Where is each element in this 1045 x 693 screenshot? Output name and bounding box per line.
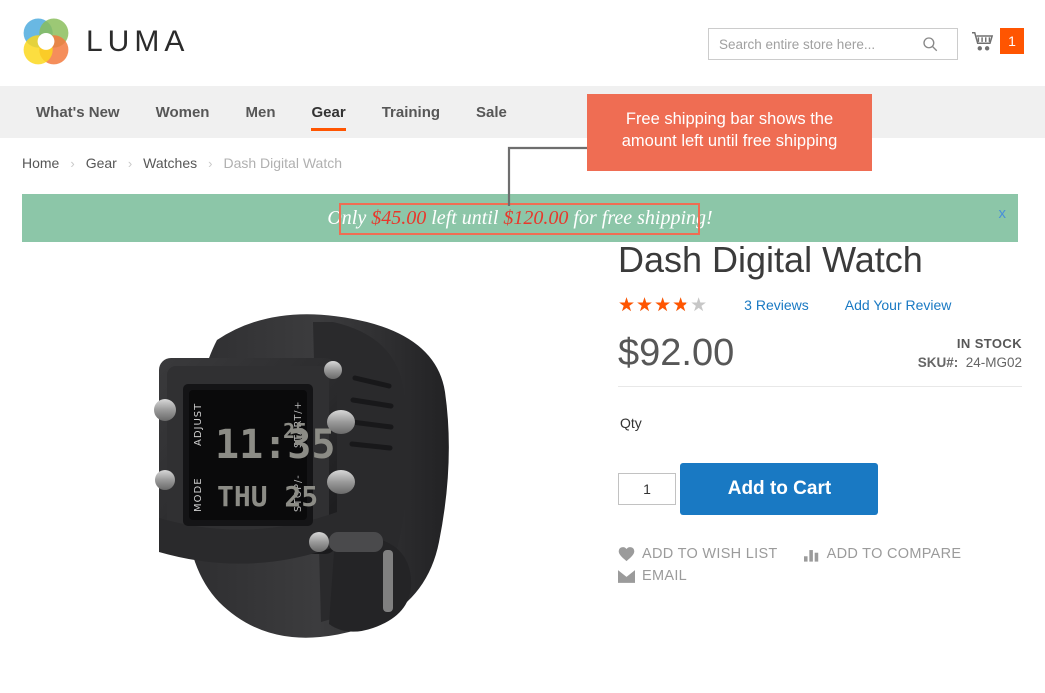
add-to-wishlist-label: ADD TO WISH LIST [642,546,778,562]
product-sku: SKU#: 24-MG02 [918,355,1022,370]
rating-stars: ★★★★★ ★★★★★ [618,295,708,315]
shipping-amount-left: $45.00 [371,206,427,229]
add-to-wishlist-link[interactable]: ADD TO WISH LIST [618,543,778,565]
annotation-callout: Free shipping bar shows the amount left … [587,94,872,171]
shipping-text-suffix: for free shipping! [568,206,713,229]
breadcrumb-item-watches[interactable]: Watches [143,155,197,171]
search-input[interactable] [709,29,921,59]
breadcrumb-separator: › [208,155,213,171]
watch-time-display: 11:35 [215,422,335,468]
nav-item-gear[interactable]: Gear [293,86,363,138]
sku-value: 24-MG02 [965,355,1022,370]
reviews-count-link[interactable]: 3 Reviews [744,297,809,313]
add-to-cart-button[interactable]: Add to Cart [680,463,879,515]
envelope-icon [618,569,635,583]
breadcrumb-separator: › [127,155,133,171]
watch-label-mode: MODE [193,477,204,512]
shipping-text-middle: left until [426,206,504,229]
stock-block: IN STOCK SKU#: 24-MG02 [918,336,1022,374]
heart-icon [618,546,635,562]
luma-circles-logo [23,18,69,65]
product-info-panel: Dash Digital Watch ★★★★★ ★★★★★ 3 Reviews… [618,238,1022,587]
product-price: $92.00 [618,332,735,374]
add-to-compare-link[interactable]: ADD TO COMPARE [803,543,962,565]
add-review-link[interactable]: Add Your Review [845,297,952,313]
nav-item-sale[interactable]: Sale [458,86,525,138]
free-shipping-bar: Only $45.00 left until $120.00 for free … [22,194,1018,242]
search-icon[interactable] [921,35,939,53]
nav-item-men[interactable]: Men [227,86,293,138]
status-badge: IN STOCK [956,336,1022,351]
email-label: EMAIL [642,568,688,584]
shipping-text-prefix: Only [327,206,372,229]
email-link[interactable]: EMAIL [618,565,687,587]
minicart-link[interactable]: 1 [970,28,1024,54]
breadcrumb: Home › Gear › Watches › Dash Digital Wat… [0,138,1045,174]
nav-item-whats-new[interactable]: What's New [18,86,138,138]
close-icon[interactable]: x [999,206,1007,221]
page-header: LUMA 1 [0,0,1045,86]
breadcrumb-item-gear[interactable]: Gear [86,155,117,171]
product-image-gallery[interactable]: ADJUST MODE START/+ STOP/- 11:35 25 THU … [22,250,592,670]
watch-label-adjust: ADJUST [193,403,204,446]
nav-item-training[interactable]: Training [364,86,458,138]
product-extra-links: ADD TO WISH LIST ADD TO COMPARE EMAIL [618,543,1018,587]
breadcrumb-item-current: Dash Digital Watch [223,155,342,171]
price-and-stock-row: $92.00 IN STOCK SKU#: 24-MG02 [618,332,1022,387]
shopping-cart-icon[interactable] [970,30,996,52]
watch-seconds-display: 25 [283,419,307,443]
qty-label: Qty [620,415,642,431]
cart-count-badge: 1 [1000,28,1024,54]
sku-label: SKU#: [917,355,959,370]
product-image-dash-digital-watch[interactable]: ADJUST MODE START/+ STOP/- 11:35 25 THU … [97,250,517,650]
shipping-threshold-amount: $120.00 [503,206,569,229]
search-box[interactable] [708,28,958,60]
brand-name: LUMA [86,25,190,58]
annotation-text: Free shipping bar shows the amount left … [621,110,838,150]
rating-stars-filled: ★★★★★ [618,295,686,315]
main-navigation: What's New Women Men Gear Training Sale [0,86,1045,138]
breadcrumb-item-home[interactable]: Home [22,155,59,171]
page-title: Dash Digital Watch [618,239,923,280]
product-rating: ★★★★★ ★★★★★ 3 Reviews Add Your Review [618,294,1022,316]
free-shipping-message: Only $45.00 left until $120.00 for free … [327,207,712,230]
watch-date-display: THU 25 [217,480,318,513]
quantity-input[interactable] [618,473,676,505]
logo-link[interactable]: LUMA [18,14,189,70]
add-to-compare-label: ADD TO COMPARE [826,546,962,562]
nav-item-women[interactable]: Women [138,86,228,138]
breadcrumb-separator: › [70,155,75,171]
bar-chart-icon [803,547,820,562]
